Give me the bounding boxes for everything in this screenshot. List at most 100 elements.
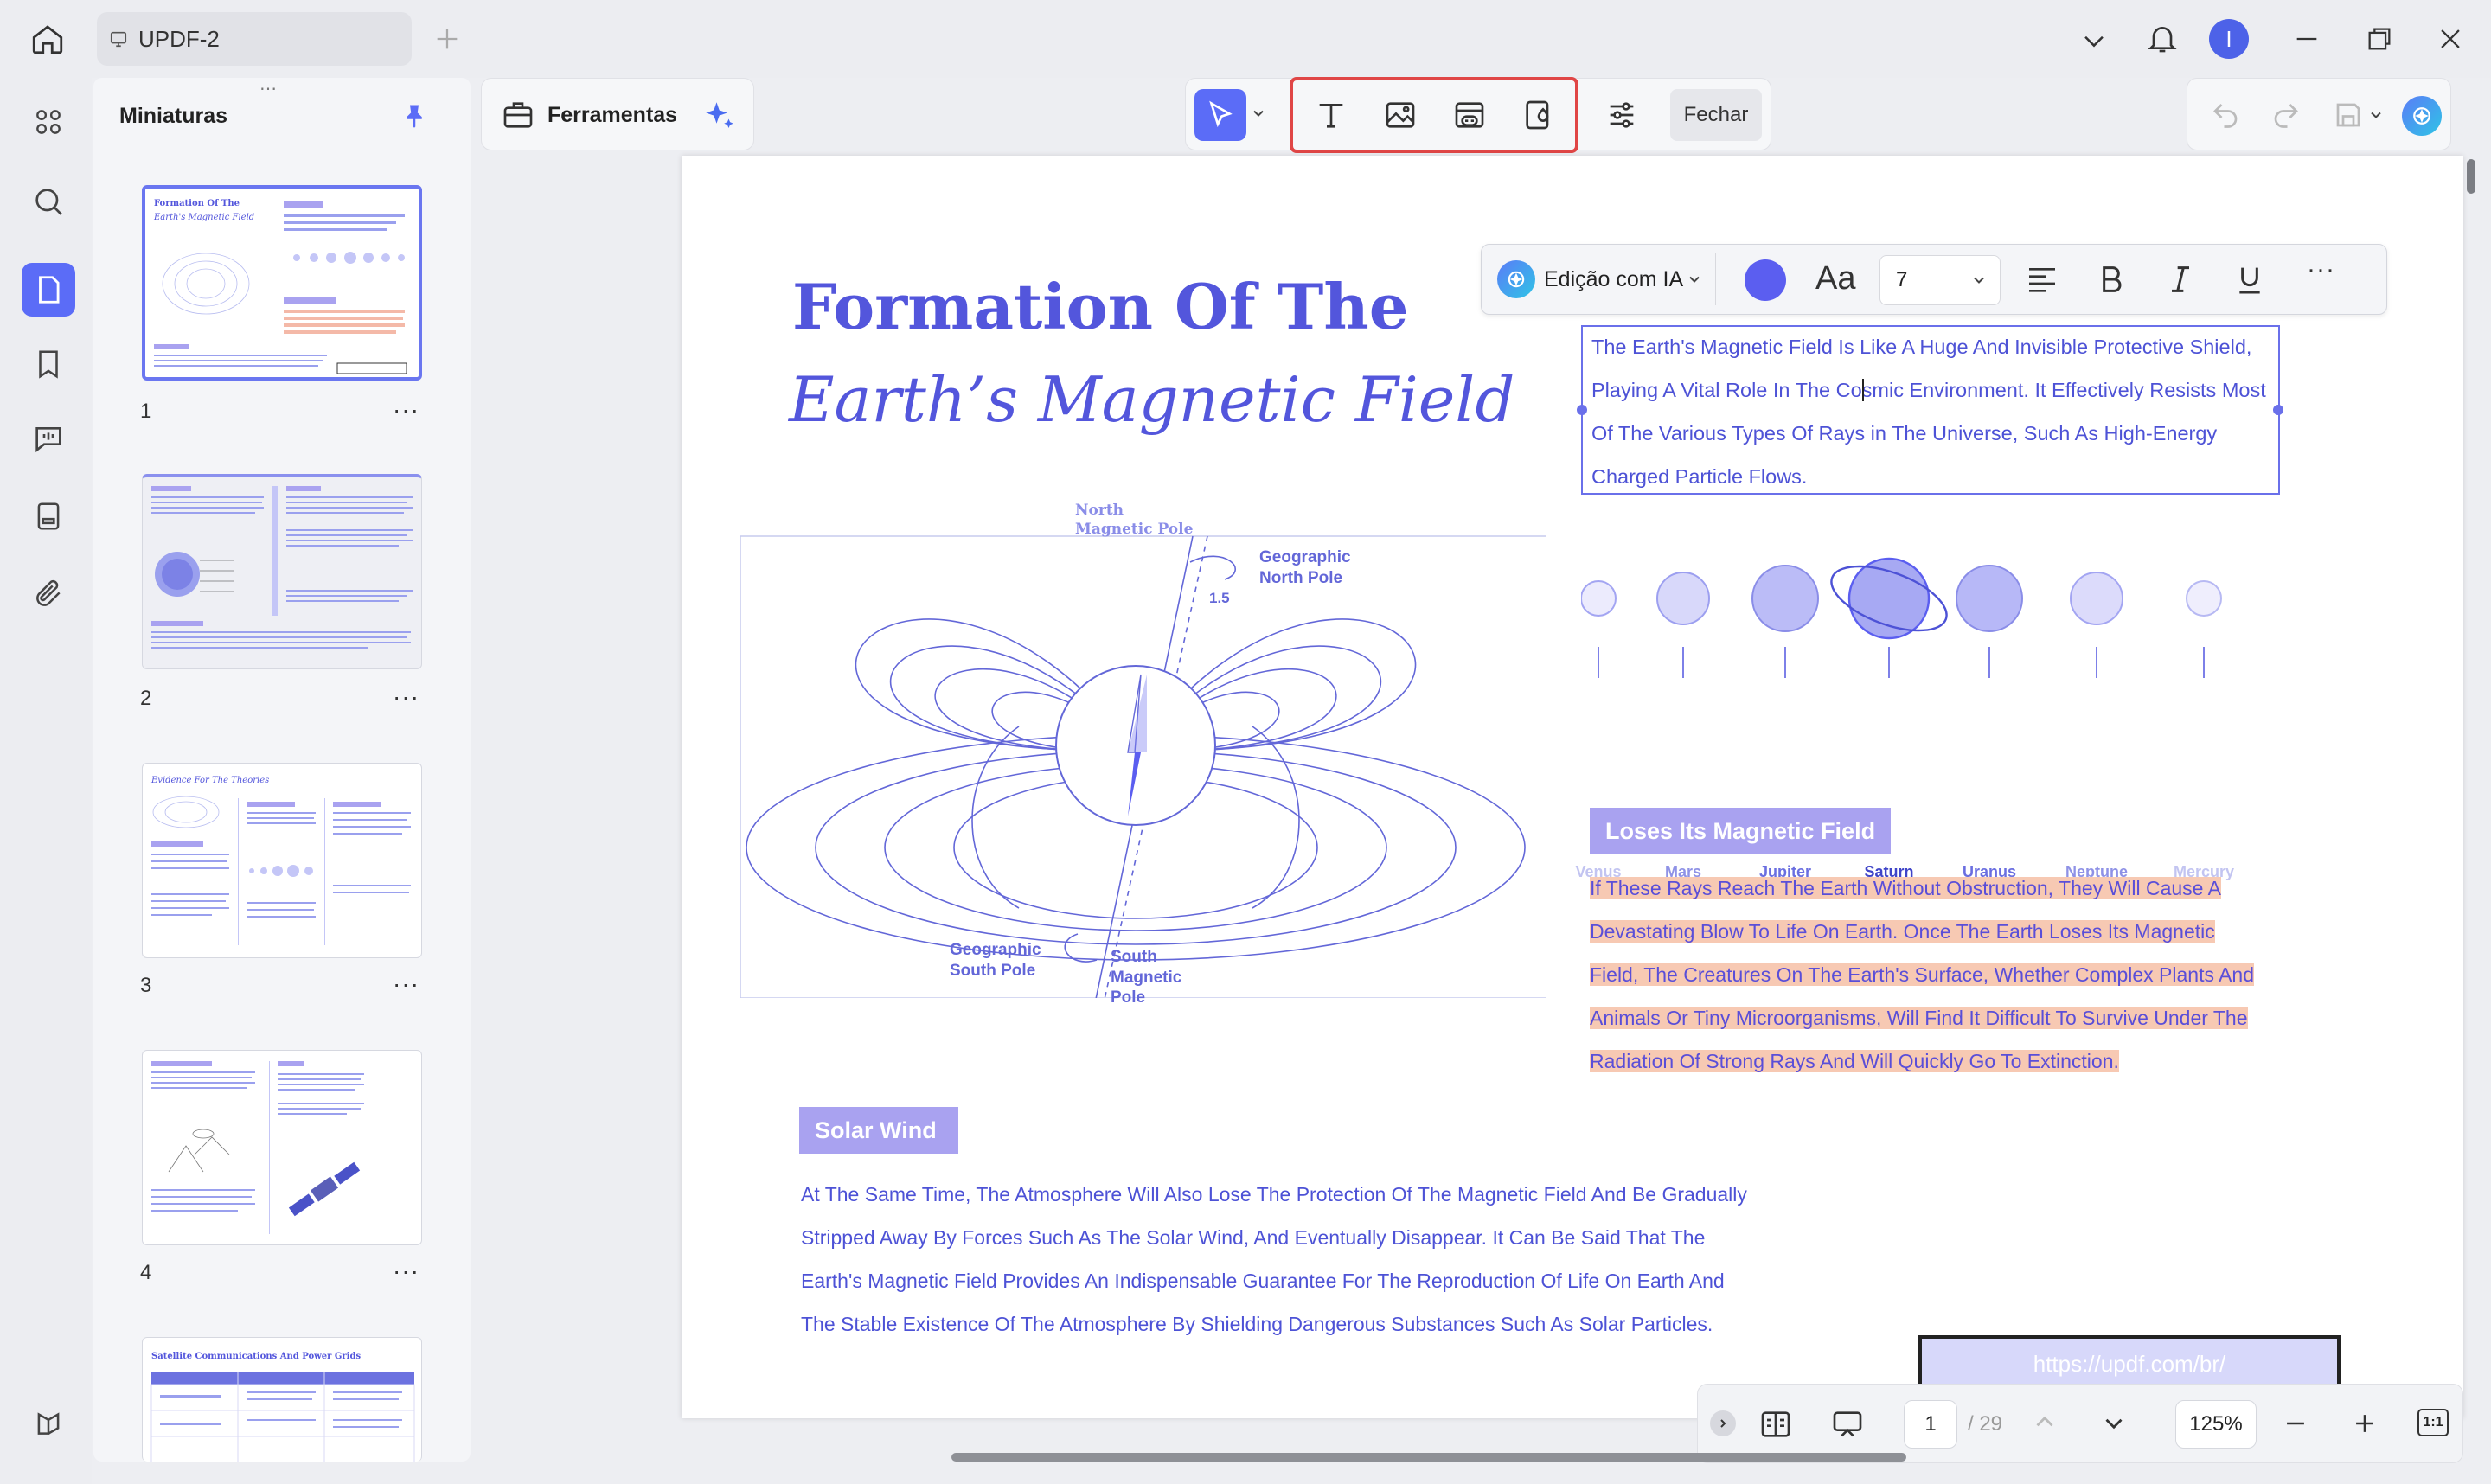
notification-bell-icon[interactable] — [2145, 21, 2180, 55]
page-thumbnail-3[interactable]: Evidence For The Theories — [142, 763, 422, 958]
toolbox-icon[interactable] — [501, 98, 535, 132]
add-link-tool[interactable] — [1444, 89, 1495, 141]
resize-handle-right[interactable] — [2273, 405, 2283, 415]
history-group — [2187, 78, 2451, 150]
thumbnail-panel: ⋯ Miniaturas Formation Of The Earth's Ma… — [93, 78, 471, 1462]
section1-paragraph: If These Rays Reach The Earth Without Ob… — [1590, 867, 2255, 1083]
page-icon — [32, 273, 65, 306]
page-more-button-3[interactable]: ··· — [393, 970, 419, 998]
rail-attachments-button[interactable] — [22, 567, 75, 621]
ai-edit-icon[interactable] — [1497, 260, 1535, 298]
add-location-link-tool[interactable] — [1513, 89, 1565, 141]
left-rail — [0, 78, 92, 1484]
page-thumbnail-4[interactable] — [142, 1050, 422, 1245]
section1-line-2: Devastating Blow To Life On Earth. Once … — [1590, 920, 2215, 943]
resize-handle-left[interactable] — [1577, 405, 1587, 415]
ai-assistant-icon — [2409, 103, 2435, 129]
text-edit-toolbar: Edição com IA Aa 7 ··· — [1481, 244, 2387, 315]
page-thumbnail-1[interactable]: Formation Of The Earth's Magnetic Field — [142, 185, 422, 381]
rail-search-button[interactable] — [22, 175, 75, 228]
paperclip-icon — [32, 578, 65, 611]
page-layout-icon[interactable] — [1758, 1407, 1793, 1442]
page-more-button-4[interactable]: ··· — [393, 1257, 419, 1285]
minimize-icon[interactable] — [2292, 24, 2321, 54]
horizontal-scrollbar[interactable] — [951, 1453, 1906, 1462]
cursor-arrow-icon — [1205, 99, 1236, 131]
collapse-nav-button[interactable] — [1710, 1410, 1736, 1436]
actual-size-button[interactable]: 1:1 — [2417, 1409, 2449, 1436]
close-window-icon[interactable] — [2436, 24, 2465, 54]
ai-sparkle-icon[interactable] — [701, 98, 738, 134]
intro-line-4: Charged Particle Flows. — [1591, 465, 1808, 488]
text-cursor — [1862, 379, 1864, 401]
page-more-button-2[interactable]: ··· — [393, 683, 419, 711]
document-tab[interactable]: UPDF-2 — [97, 12, 412, 66]
ai-edit-dropdown-icon[interactable] — [1686, 271, 1703, 288]
vertical-scrollbar[interactable] — [2467, 159, 2475, 194]
ai-assistant-button[interactable] — [2402, 96, 2442, 136]
home-icon[interactable] — [29, 21, 66, 57]
ai-edit-button[interactable]: Edição com IA — [1544, 267, 1683, 292]
new-tab-plus-icon[interactable] — [432, 24, 462, 54]
save-dropdown-icon[interactable] — [2367, 106, 2385, 124]
intro-paragraph[interactable]: The Earth's Magnetic Field Is Like A Hug… — [1591, 325, 2266, 498]
label-south-magnetic-1: South — [1111, 948, 1157, 966]
section1-line-3: Field, The Creatures On The Earth's Surf… — [1590, 963, 2255, 986]
restore-window-icon[interactable] — [2365, 24, 2394, 54]
label-north-magnetic-2: Magnetic Pole — [1075, 521, 1194, 538]
add-text-tool[interactable] — [1305, 89, 1357, 141]
document-tab-title: UPDF-2 — [138, 25, 220, 52]
text-color-swatch[interactable] — [1745, 259, 1786, 301]
section-heading-solar-wind: Solar Wind — [799, 1107, 958, 1154]
current-page-input[interactable]: 1 — [1904, 1400, 1957, 1449]
next-page-icon[interactable] — [2099, 1409, 2129, 1438]
pin-icon[interactable] — [401, 102, 427, 130]
rail-thumbnails-button[interactable] — [22, 263, 75, 317]
close-edit-button[interactable]: Fechar — [1670, 89, 1762, 141]
doc-title-line2: Earth’s Magnetic Field — [789, 363, 1515, 436]
rail-bookmarks-button[interactable] — [22, 337, 75, 391]
page-more-button-1[interactable]: ··· — [393, 396, 419, 424]
presentation-icon[interactable] — [1829, 1407, 1866, 1442]
intro-text-box[interactable]: The Earth's Magnetic Field Is Like A Hug… — [1577, 325, 2283, 498]
label-south-magnetic-2: Magnetic — [1111, 969, 1182, 987]
undo-icon[interactable] — [2210, 99, 2241, 131]
zoom-level-input[interactable]: 125% — [2175, 1400, 2257, 1449]
sliders-icon — [1604, 98, 1639, 132]
bookmark-icon — [32, 348, 65, 381]
page-thumbnail-5[interactable]: Satellite Communications And Power Grids — [142, 1337, 422, 1462]
user-avatar-letter: I — [2225, 25, 2232, 52]
zoom-in-icon[interactable] — [2350, 1409, 2379, 1438]
italic-icon[interactable] — [2163, 262, 2198, 297]
edit-settings-tool[interactable] — [1596, 89, 1648, 141]
rail-forms-button[interactable] — [22, 489, 75, 543]
panel-drag-handle[interactable]: ⋯ — [259, 78, 279, 99]
pdf-page: Formation Of The Earth’s Magnetic Field — [682, 156, 2463, 1418]
label-geo-south-1: Geographic — [950, 941, 1041, 959]
page-thumbnail-2[interactable] — [142, 474, 422, 669]
zoom-out-icon[interactable] — [2281, 1409, 2310, 1438]
rail-comments-button[interactable] — [22, 412, 75, 465]
font-size-chevron-icon — [1970, 272, 1988, 289]
user-avatar[interactable]: I — [2209, 19, 2249, 59]
previous-page-icon[interactable] — [2030, 1407, 2059, 1436]
align-left-icon[interactable] — [2025, 262, 2059, 297]
redo-icon[interactable] — [2270, 99, 2302, 131]
label-geo-north-1: Geographic — [1259, 548, 1351, 566]
font-size-select[interactable]: 7 — [1879, 255, 2001, 305]
select-tool-dropdown-icon[interactable] — [1250, 105, 1267, 122]
underline-icon[interactable] — [2232, 262, 2267, 297]
rail-apps-button[interactable] — [22, 95, 75, 149]
chevron-down-icon[interactable] — [2079, 26, 2109, 55]
save-icon[interactable] — [2333, 99, 2364, 131]
more-options-button[interactable]: ··· — [2307, 255, 2335, 285]
section-heading-loses-field: Loses Its Magnetic Field — [1590, 808, 1891, 854]
rail-layers-button[interactable] — [22, 1396, 75, 1449]
tools-button[interactable]: Ferramentas — [548, 103, 677, 128]
font-size-value: 7 — [1896, 268, 1908, 291]
font-family-button[interactable]: Aa — [1815, 260, 1855, 297]
add-image-tool[interactable] — [1374, 89, 1426, 141]
select-tool-button[interactable] — [1194, 89, 1246, 141]
comment-icon — [31, 421, 66, 456]
bold-icon[interactable] — [2094, 262, 2129, 297]
